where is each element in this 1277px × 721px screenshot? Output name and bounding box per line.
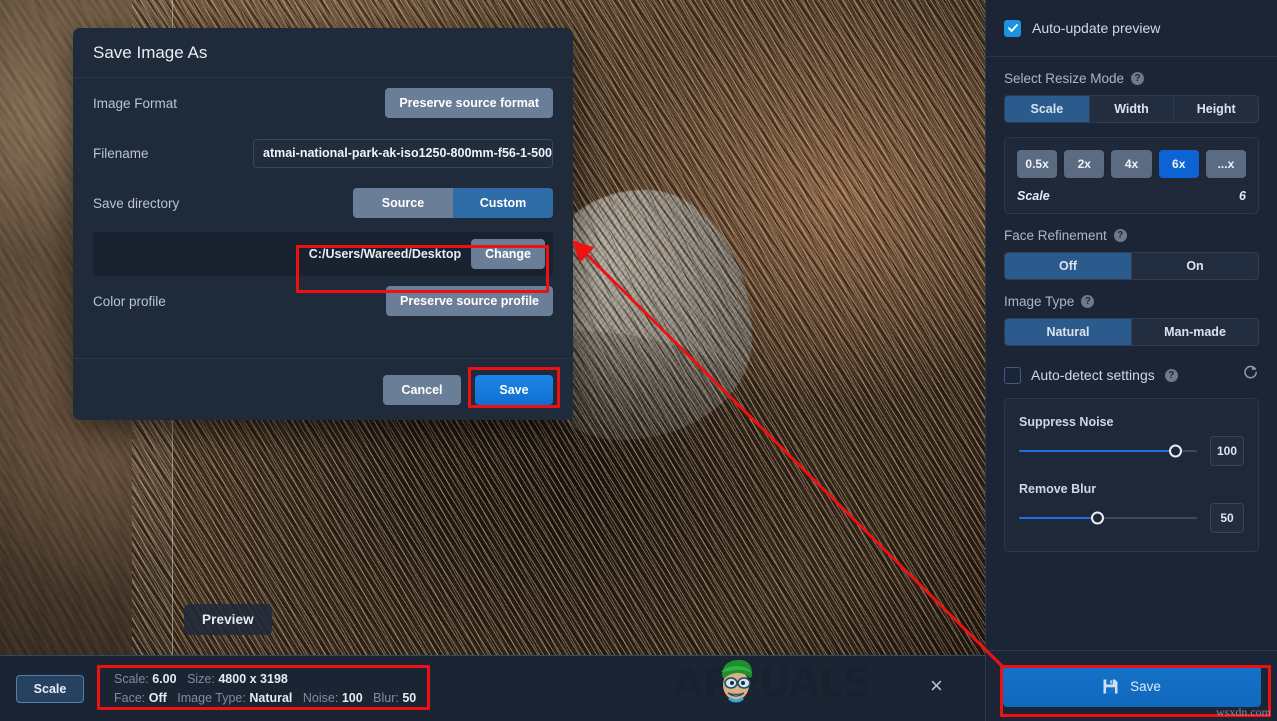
dialog-title: Save Image As: [73, 28, 573, 78]
scale-preset-group[interactable]: 0.5x 2x 4x 6x ...x: [1017, 150, 1247, 178]
resize-mode-option-scale[interactable]: Scale: [1005, 96, 1090, 122]
auto-detect-checkbox[interactable]: [1004, 366, 1021, 384]
remove-blur-slider[interactable]: [1019, 511, 1197, 525]
image-format-row: Image Format Preserve source format: [93, 78, 553, 128]
scale-value-number: 6: [1239, 189, 1246, 203]
suppress-noise-value[interactable]: 100: [1210, 436, 1244, 466]
enhancement-sliders-box: Suppress Noise 100 Remove Blur 50: [1004, 398, 1259, 552]
help-icon-resize[interactable]: ?: [1131, 72, 1145, 85]
scale-presets-box: 0.5x 2x 4x 6x ...x Scale 6: [1004, 137, 1259, 214]
remove-blur-knob[interactable]: [1090, 511, 1104, 525]
image-format-button[interactable]: Preserve source format: [385, 88, 553, 118]
scale-value-label: Scale: [1017, 189, 1050, 203]
dialog-cancel-button[interactable]: Cancel: [383, 374, 461, 405]
help-icon-image-type[interactable]: ?: [1081, 295, 1095, 308]
scale-preset-4x[interactable]: 4x: [1111, 150, 1152, 178]
remove-blur-row[interactable]: 50: [1019, 503, 1244, 533]
site-watermark: wsxdn.com: [1216, 705, 1271, 719]
scale-preset-custom[interactable]: ...x: [1205, 150, 1247, 178]
refresh-icon[interactable]: [1242, 364, 1259, 386]
face-refinement-label: Face Refinement: [1004, 228, 1107, 243]
preview-chip[interactable]: Preview: [184, 604, 272, 635]
annotation-box-directory: [296, 245, 549, 293]
auto-update-preview-row[interactable]: Auto-update preview: [986, 0, 1277, 57]
face-refinement-option-on[interactable]: On: [1132, 253, 1258, 279]
save-directory-segmented[interactable]: Source Custom: [353, 188, 553, 218]
remove-blur-value[interactable]: 50: [1210, 503, 1244, 533]
face-refinement-header: Face Refinement ?: [1004, 228, 1259, 243]
resize-mode-option-width[interactable]: Width: [1090, 96, 1175, 122]
scale-tab-button[interactable]: Scale: [16, 674, 84, 703]
resize-mode-label: Select Resize Mode: [1004, 71, 1125, 86]
suppress-noise-knob[interactable]: [1169, 444, 1183, 458]
color-profile-label: Color profile: [93, 293, 166, 309]
auto-detect-label: Auto-detect settings: [1031, 367, 1155, 383]
auto-update-checkbox[interactable]: [1004, 19, 1021, 37]
save-directory-row: Save directory Source Custom: [93, 178, 553, 228]
annotation-box-dialog-save: [468, 367, 560, 408]
resize-mode-option-height[interactable]: Height: [1174, 96, 1258, 122]
save-directory-label: Save directory: [93, 195, 180, 211]
suppress-noise-slider[interactable]: [1019, 444, 1197, 458]
appuals-mascot-icon: [721, 659, 753, 703]
auto-detect-row[interactable]: Auto-detect settings ?: [1004, 364, 1259, 386]
filename-label: Filename: [93, 145, 149, 161]
remove-blur-label: Remove Blur: [1019, 482, 1097, 496]
image-type-option-natural[interactable]: Natural: [1005, 319, 1132, 345]
image-type-option-manmade[interactable]: Man-made: [1132, 319, 1258, 345]
suppress-noise-row[interactable]: 100: [1019, 436, 1244, 466]
scale-preset-2x[interactable]: 2x: [1064, 150, 1105, 178]
close-icon[interactable]: ×: [930, 675, 943, 697]
help-icon-auto-detect[interactable]: ?: [1164, 368, 1178, 382]
scale-value-row: Scale 6: [1017, 189, 1246, 203]
brand-text: APPUALS: [672, 660, 872, 706]
scale-preset-6x[interactable]: 6x: [1158, 150, 1199, 178]
image-type-header: Image Type ?: [1004, 294, 1259, 309]
settings-sidebar: Auto-update preview Select Resize Mode ?…: [985, 0, 1277, 721]
auto-update-label: Auto-update preview: [1032, 20, 1161, 36]
save-directory-option-custom[interactable]: Custom: [453, 188, 553, 218]
filename-input[interactable]: atmai-national-park-ak-iso1250-800mm-f56…: [253, 138, 553, 168]
suppress-noise-label: Suppress Noise: [1019, 415, 1114, 429]
check-icon: [1007, 24, 1018, 32]
image-type-label: Image Type: [1004, 294, 1075, 309]
face-refinement-segmented[interactable]: Off On: [1004, 252, 1259, 280]
face-refinement-option-off[interactable]: Off: [1005, 253, 1132, 279]
app-root: Preview Scale Scale: 6.00 Size: 4800 x 3…: [0, 0, 1277, 721]
save-directory-option-source[interactable]: Source: [353, 188, 453, 218]
scale-preset-0_5x[interactable]: 0.5x: [1017, 150, 1058, 178]
appuals-watermark: APPUALS: [672, 659, 872, 706]
save-image-as-dialog: Save Image As Image Format Preserve sour…: [73, 28, 573, 420]
resize-mode-section: Select Resize Mode ? Scale Width Height: [986, 57, 1277, 123]
resize-mode-segmented[interactable]: Scale Width Height: [1004, 95, 1259, 123]
annotation-box-status: [97, 665, 430, 710]
resize-mode-header: Select Resize Mode ?: [1004, 71, 1259, 86]
help-icon-face[interactable]: ?: [1113, 229, 1127, 242]
image-type-segmented[interactable]: Natural Man-made: [1004, 318, 1259, 346]
face-refinement-section: Face Refinement ? Off On: [986, 214, 1277, 280]
image-format-label: Image Format: [93, 95, 178, 111]
filename-row: Filename atmai-national-park-ak-iso1250-…: [93, 128, 553, 178]
image-type-section: Image Type ? Natural Man-made: [986, 280, 1277, 346]
